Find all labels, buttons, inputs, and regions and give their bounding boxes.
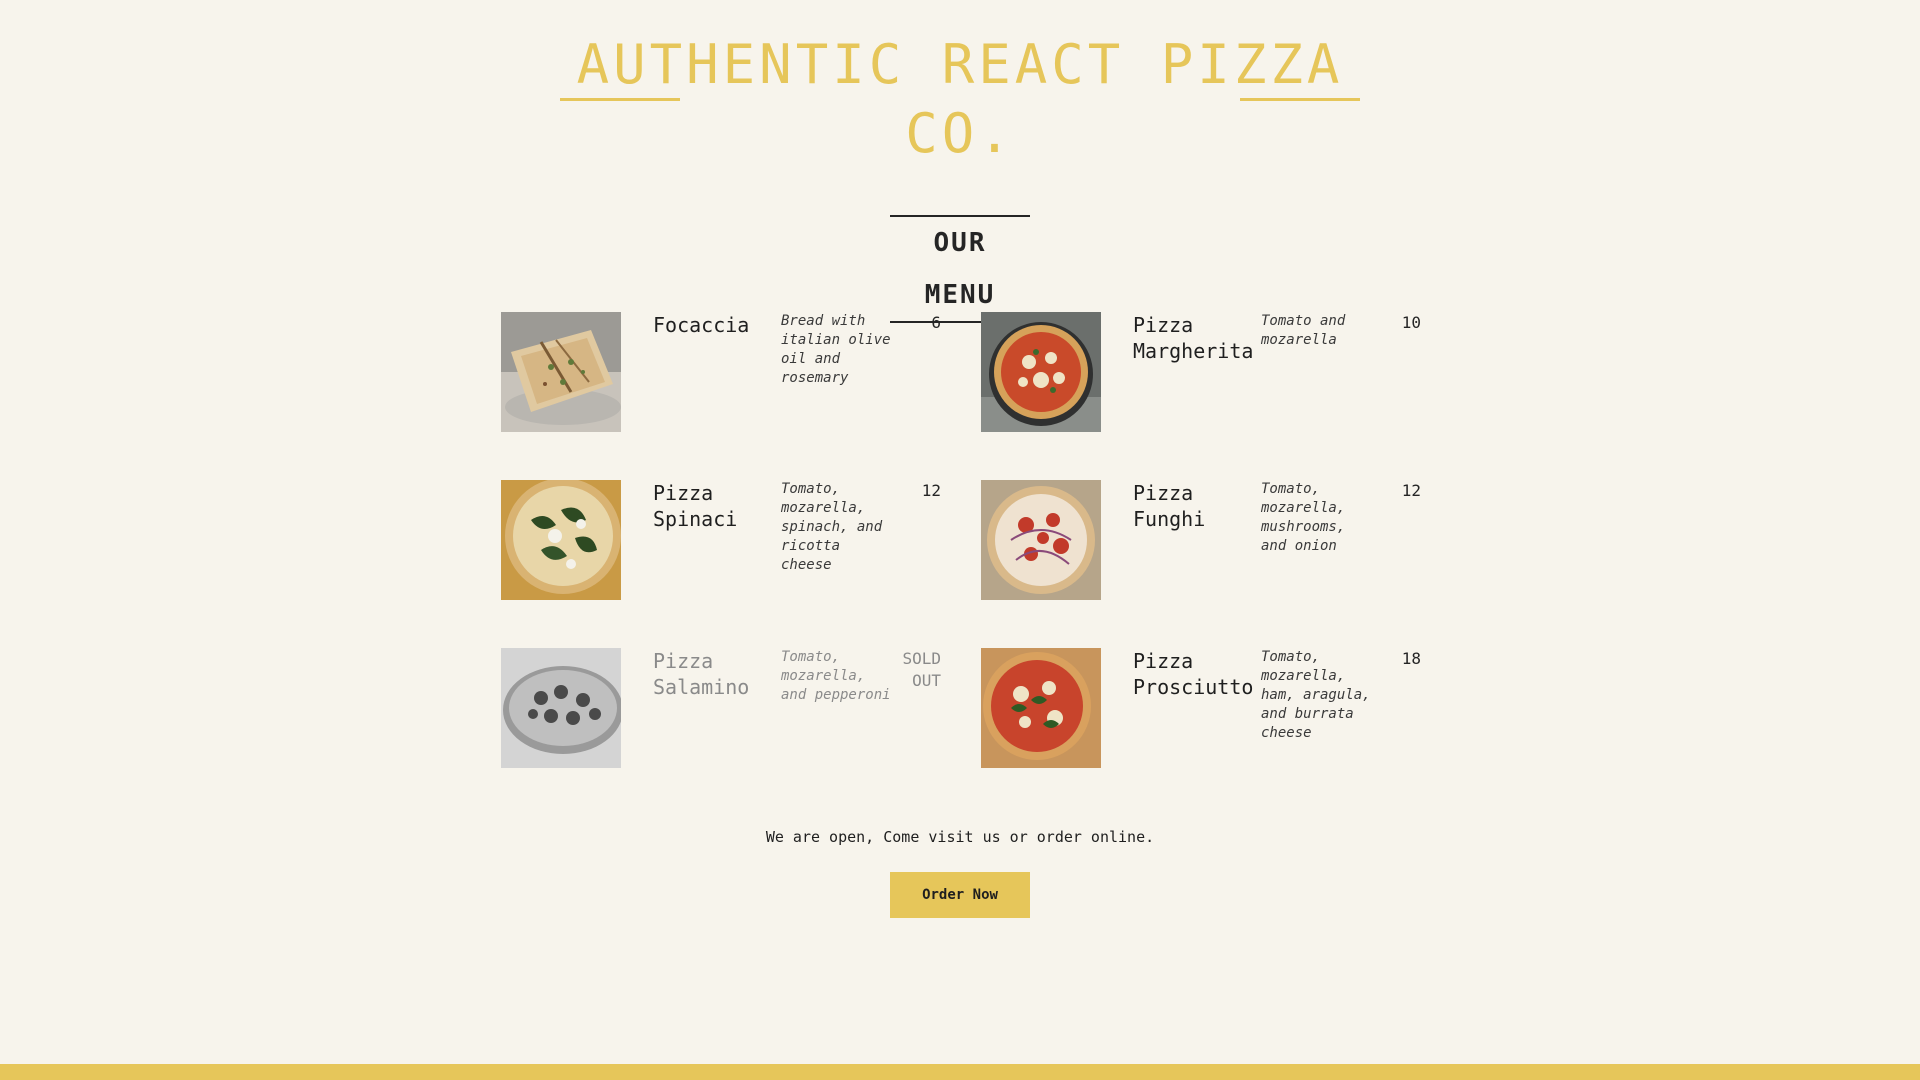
menu-item-name: Pizza Prosciutto [1133,649,1254,699]
pizza-prosciutto-image [981,648,1101,768]
pizza-spinaci-image [501,480,621,600]
pizza-funghi-image [981,480,1101,600]
menu-item-pizza-salamino: Pizza Salamino Tomato, mozarella, and pe… [501,648,941,768]
menu-item-description: Tomato, mozarella, ham, aragula, and bur… [1261,649,1371,741]
pizza-salamino-image [501,648,621,768]
menu-item-name: Pizza Spinaci [653,481,738,531]
open-status-message: We are open, Come visit us or order onli… [765,828,1155,846]
menu-item-name: Focaccia [653,313,750,337]
menu-item-price: 10 [1401,313,1421,332]
order-now-button[interactable]: Order Now [890,872,1030,918]
menu-item-description: Tomato and mozarella [1261,313,1346,348]
menu-item-price: 18 [1401,649,1421,668]
menu-item-name: Pizza Salamino [653,649,750,699]
menu-item-pizza-funghi: Pizza Funghi Tomato, mozarella, mushroom… [981,480,1421,600]
menu-item-price: 12 [1401,481,1421,500]
menu-item-name: Pizza Margherita [1133,313,1254,363]
menu-item-pizza-spinaci: Pizza Spinaci Tomato, mozarella, spinach… [501,480,941,600]
menu-item-price: 12 [921,481,941,500]
menu-list: Focaccia Bread with italian olive oil an… [501,312,1421,768]
menu-item-description: Tomato, mozarella, and pepperoni [781,649,891,703]
bottom-accent-bar [0,1064,1920,1080]
sold-out-label: SOLD OUT [902,649,941,690]
menu-item-description: Tomato, mozarella, spinach, and ricotta … [781,481,883,573]
menu-title: OUR MENU [890,215,1030,323]
menu-item-description: Bread with italian olive oil and rosemar… [781,313,891,386]
menu-item-price: 6 [931,313,941,332]
menu-heading: OUR MENU [0,215,1920,323]
site-header: Authentic React Pizza Co. [0,30,1920,168]
menu-item-name: Pizza Funghi [1133,481,1206,531]
menu-item-focaccia: Focaccia Bread with italian olive oil an… [501,312,941,432]
title-wrap: Authentic React Pizza Co. [560,30,1360,168]
menu-item-pizza-margherita: Pizza Margherita Tomato and mozarella 10 [981,312,1421,432]
title-decoration-left [560,98,680,101]
focaccia-image [501,312,621,432]
menu-item-pizza-prosciutto: Pizza Prosciutto Tomato, mozarella, ham,… [981,648,1421,768]
title-decoration-right [1240,98,1360,101]
menu-item-description: Tomato, mozarella, mushrooms, and onion [1261,481,1346,554]
pizza-margherita-image [981,312,1101,432]
